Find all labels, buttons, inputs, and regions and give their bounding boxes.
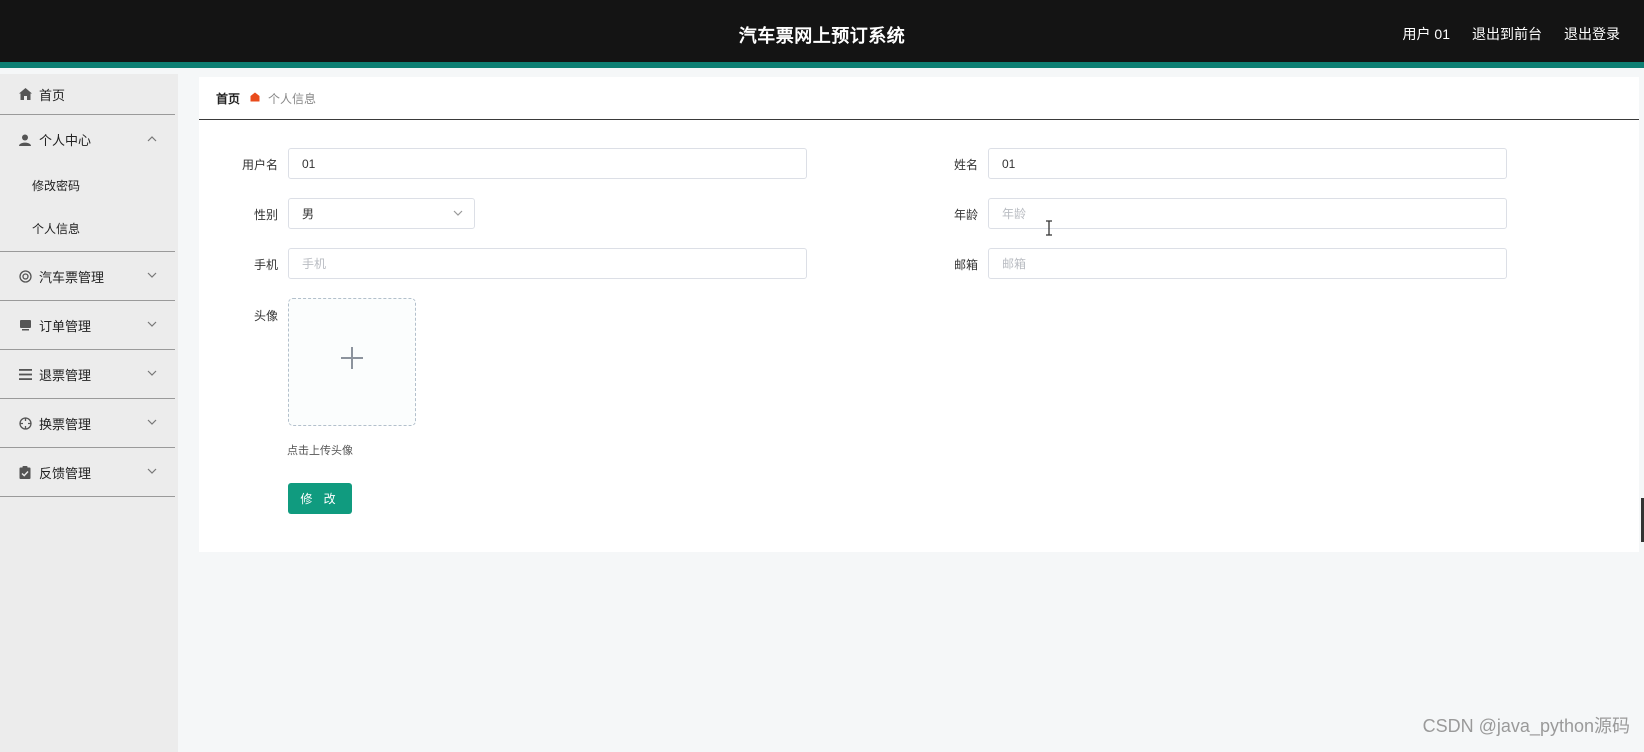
gender-label: 性别 xyxy=(253,208,278,222)
text-cursor-icon xyxy=(1046,220,1052,236)
avatar-upload[interactable] xyxy=(288,298,416,426)
sidebar-item-label: 换票管理 xyxy=(39,416,92,432)
sidebar-item-label: 退票管理 xyxy=(39,367,92,383)
sidebar-item-label: 首页 xyxy=(39,87,66,103)
list-icon xyxy=(18,367,32,381)
submit-button[interactable]: 修 改 xyxy=(288,483,352,514)
lifebuoy-icon xyxy=(18,269,32,283)
name-label: 姓名 xyxy=(953,158,978,172)
phone-input[interactable]: 手机 xyxy=(288,248,807,279)
clipboard-icon xyxy=(18,465,32,479)
chevron-down-icon xyxy=(453,210,463,216)
chevron-down-icon xyxy=(147,370,157,376)
gender-selected-value: 男 xyxy=(302,207,315,221)
age-input[interactable]: 年龄 xyxy=(988,198,1507,229)
crosshair-icon xyxy=(18,416,32,430)
logout-link[interactable]: 退出登录 xyxy=(1564,24,1620,44)
personal-center-submenu: 修改密码 个人信息 xyxy=(0,164,175,252)
sidebar-subitem-change-password[interactable]: 修改密码 xyxy=(0,164,175,207)
user-icon xyxy=(18,133,32,147)
header-nav: 用户 01 退出到前台 退出登录 xyxy=(1403,24,1620,44)
email-label: 邮箱 xyxy=(953,258,978,272)
username-label: 用户名 xyxy=(241,158,278,172)
exit-to-front-link[interactable]: 退出到前台 xyxy=(1472,24,1542,44)
app-title: 汽车票网上预订系统 xyxy=(738,26,906,46)
sidebar-item-home[interactable]: 首页 xyxy=(0,74,175,115)
user-link[interactable]: 用户 01 xyxy=(1403,24,1450,44)
chevron-down-icon xyxy=(147,468,157,474)
sidebar-item-order[interactable]: 订单管理 xyxy=(0,301,175,350)
phone-label: 手机 xyxy=(253,258,278,272)
sidebar-item-refund[interactable]: 退票管理 xyxy=(0,350,175,399)
avatar-label: 头像 xyxy=(253,309,278,323)
sidebar-item-feedback[interactable]: 反馈管理 xyxy=(0,448,175,497)
chevron-down-icon xyxy=(147,419,157,425)
sidebar-item-label: 汽车票管理 xyxy=(39,269,105,285)
age-label: 年龄 xyxy=(953,208,978,222)
top-header: 汽车票网上预订系统 用户 01 退出到前台 退出登录 xyxy=(0,0,1644,68)
sidebar-item-label: 订单管理 xyxy=(39,318,92,334)
chevron-down-icon xyxy=(147,321,157,327)
sidebar-item-exchange[interactable]: 换票管理 xyxy=(0,399,175,448)
monitor-icon xyxy=(18,318,32,332)
plus-icon-vertical xyxy=(351,347,353,369)
home-icon xyxy=(18,87,32,101)
breadcrumb-separator-icon xyxy=(250,92,260,105)
username-input[interactable]: 01 xyxy=(288,148,807,179)
sidebar-item-label: 反馈管理 xyxy=(39,465,92,481)
chevron-up-icon xyxy=(147,135,157,141)
email-input[interactable]: 邮箱 xyxy=(988,248,1507,279)
breadcrumb-current: 个人信息 xyxy=(268,91,317,106)
breadcrumb: 首页 个人信息 xyxy=(199,77,1639,120)
sidebar-subitem-personal-info[interactable]: 个人信息 xyxy=(0,207,175,250)
name-input[interactable]: 01 xyxy=(988,148,1507,179)
sidebar-item-personal-center[interactable]: 个人中心 xyxy=(0,115,175,164)
upload-tip: 点击上传头像 xyxy=(287,445,353,457)
breadcrumb-home[interactable]: 首页 xyxy=(216,90,240,107)
gender-select[interactable]: 男 xyxy=(288,198,475,229)
sidebar-item-bus-ticket[interactable]: 汽车票管理 xyxy=(0,252,175,301)
sidebar: 首页 个人中心 修改密码 个人信息 汽车票管理 订单管理 退票管理 换票管理 反… xyxy=(0,74,178,752)
sidebar-item-label: 个人中心 xyxy=(39,133,92,148)
chevron-down-icon xyxy=(147,272,157,278)
watermark: CSDN @java_python源码 xyxy=(1422,716,1630,736)
